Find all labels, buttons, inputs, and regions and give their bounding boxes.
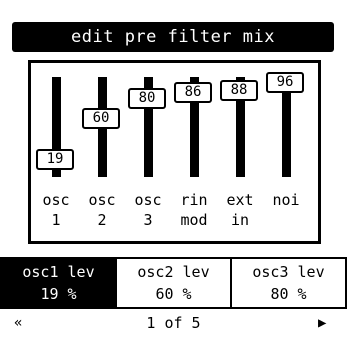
fader-value[interactable]: 96 [266,72,304,93]
param-osc1-level[interactable]: osc1 lev 19 % [0,257,117,309]
channel-label: noi [272,191,300,209]
channel-sublabel: 1 [51,211,61,229]
param-value: 80 % [270,285,307,303]
fader-value[interactable]: 60 [82,108,120,129]
device-screen: edit pre filter mix 19 osc 1 60 osc 2 80… [0,0,347,343]
param-osc3-level[interactable]: osc3 lev 80 % [230,257,347,309]
fader-value[interactable]: 19 [36,149,74,170]
fader-value[interactable]: 88 [220,80,258,101]
page-title: edit pre filter mix [12,22,334,52]
channel-ext-in[interactable]: 88 ext in [217,63,263,241]
channel-sublabel: mod [180,211,208,229]
mixer-panel: 19 osc 1 60 osc 2 80 osc 3 86 rin mod 88… [28,60,321,244]
channel-label: osc [134,191,162,209]
channel-osc1[interactable]: 19 osc 1 [33,63,79,241]
param-name: osc2 lev [137,263,210,281]
parameter-bar: osc1 lev 19 % osc2 lev 60 % osc3 lev 80 … [0,257,347,311]
param-name: osc1 lev [22,263,95,281]
param-name: osc3 lev [252,263,325,281]
channel-sublabel: 3 [143,211,153,229]
channel-sublabel: in [230,211,250,229]
channel-label: osc [88,191,116,209]
param-value: 19 % [40,285,77,303]
fader-value[interactable]: 86 [174,82,212,103]
channel-osc3[interactable]: 80 osc 3 [125,63,171,241]
channel-ring-mod[interactable]: 86 rin mod [171,63,217,241]
channel-osc2[interactable]: 60 osc 2 [79,63,125,241]
channel-label: osc [42,191,70,209]
channel-label: rin [180,191,208,209]
page-number: 1 of 5 [146,314,201,332]
fader-value[interactable]: 80 [128,88,166,109]
channel-label: ext [226,191,254,209]
next-page-icon[interactable]: ▶ [318,315,326,331]
channel-noise[interactable]: 96 noi [263,63,309,241]
channel-sublabel: 2 [97,211,107,229]
param-value: 60 % [155,285,192,303]
page-indicator: « 1 of 5 ▶ [0,313,347,337]
param-osc2-level[interactable]: osc2 lev 60 % [115,257,232,309]
